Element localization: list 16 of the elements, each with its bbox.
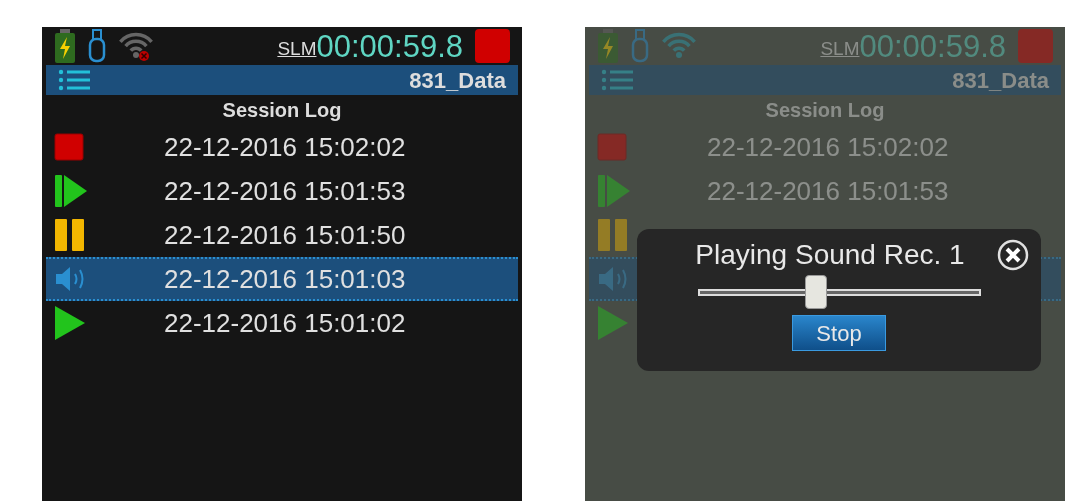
dialog-title: Playing Sound Rec. 1 (694, 241, 966, 269)
log-timestamp: 22-12-2016 15:01:53 (164, 174, 406, 208)
folder-title: 831_Data (952, 66, 1049, 95)
log-timestamp: 22-12-2016 15:01:50 (164, 218, 406, 252)
mode-label: SLM (277, 36, 317, 61)
elapsed-timer: 00:00:59.8 (316, 30, 463, 62)
log-timestamp: 22-12-2016 15:01:03 (164, 262, 406, 296)
elapsed-timer: 00:00:59.8 (859, 30, 1006, 62)
mode-label: SLM (820, 36, 860, 61)
screen-heading: Session Log (222, 98, 342, 123)
folder-title: 831_Data (409, 66, 506, 95)
log-timestamp: 22-12-2016 15:02:02 (707, 130, 949, 164)
log-timestamp: 22-12-2016 15:02:02 (164, 130, 406, 164)
log-timestamp: 22-12-2016 15:01:02 (164, 306, 406, 340)
log-timestamp: 22-12-2016 15:01:53 (707, 174, 949, 208)
screen-heading: Session Log (765, 98, 885, 123)
